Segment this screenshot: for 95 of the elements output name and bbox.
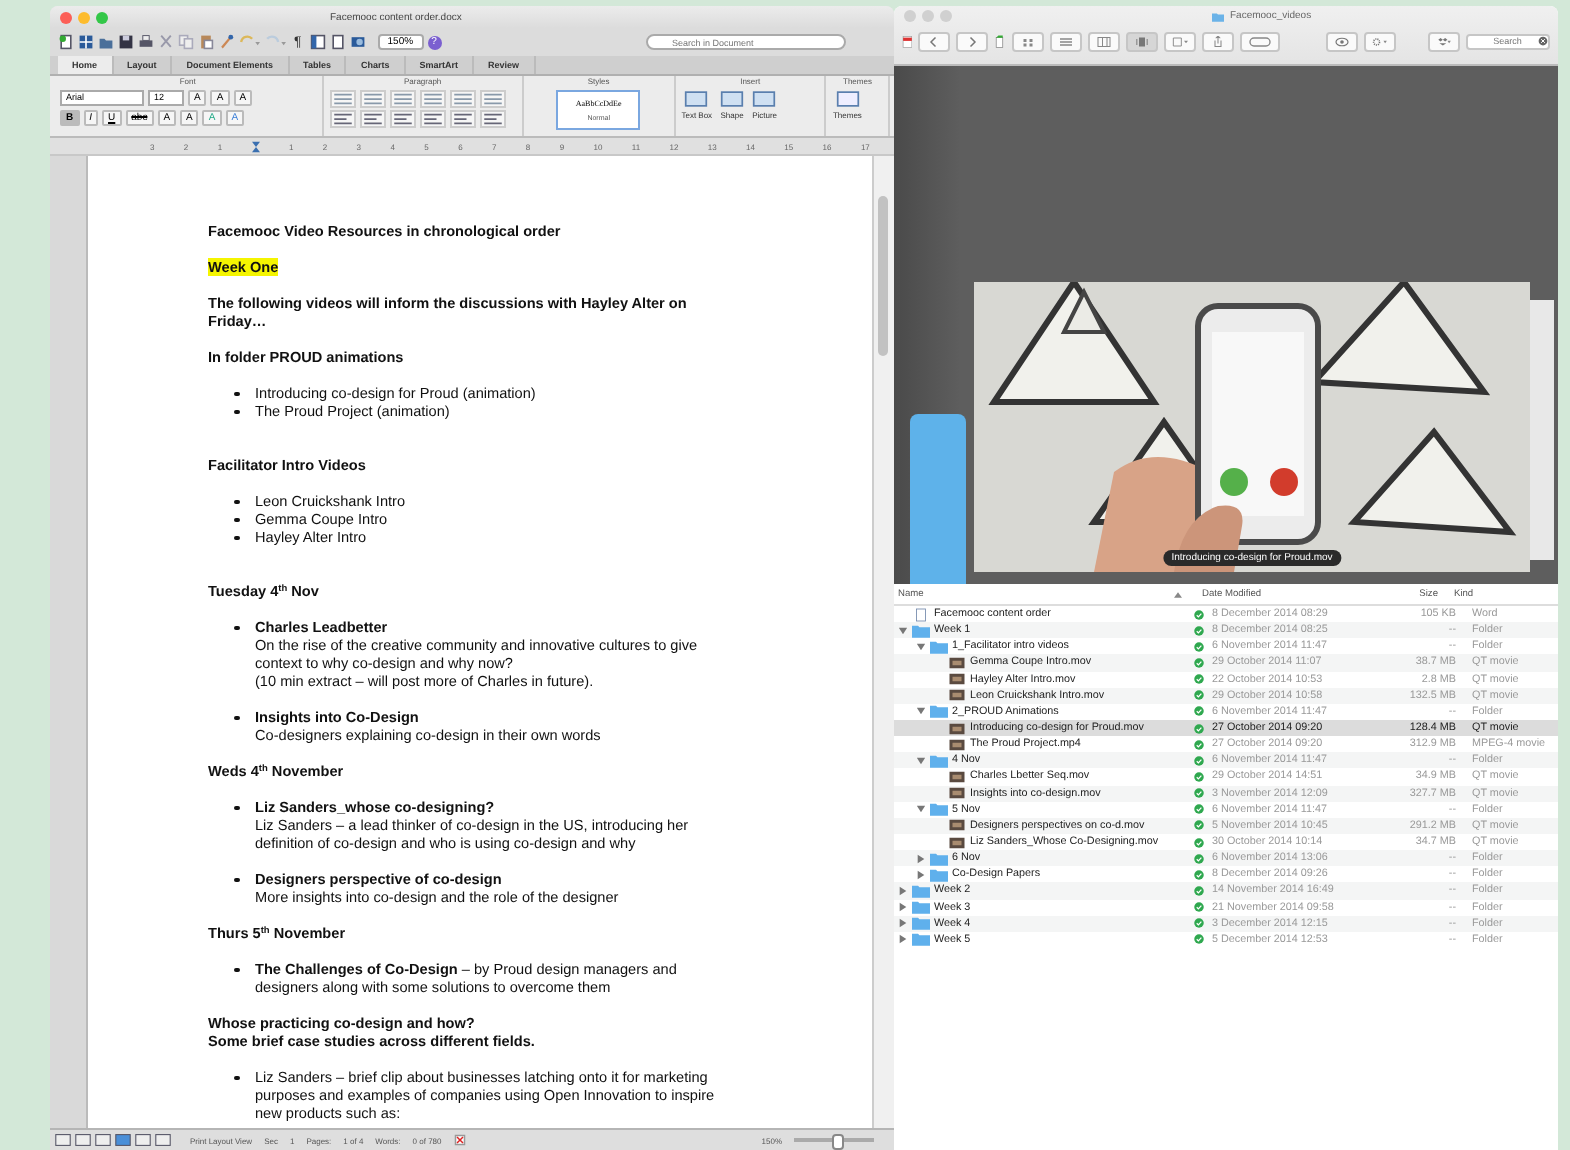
- forward-button[interactable]: [956, 31, 989, 51]
- new-document-icon[interactable]: [58, 34, 74, 50]
- clear-icon[interactable]: [1537, 36, 1547, 46]
- sync-check-icon: [1194, 771, 1204, 782]
- print-icon[interactable]: [138, 34, 154, 50]
- back-button[interactable]: [918, 31, 951, 51]
- document-icon[interactable]: [994, 31, 1006, 51]
- list-icon[interactable]: [329, 89, 356, 107]
- share-icon: [1209, 35, 1226, 47]
- spelling-icon[interactable]: [453, 1134, 466, 1146]
- cover-flow-button[interactable]: [1125, 31, 1158, 51]
- document-icon: [912, 607, 930, 622]
- align-icon[interactable]: [479, 109, 506, 127]
- align-icon[interactable]: [329, 109, 356, 127]
- sidebar-icon[interactable]: [309, 34, 326, 50]
- bullet-icon: [234, 391, 239, 396]
- bullet-icon: [234, 877, 239, 882]
- sync-check-icon: [1194, 674, 1204, 685]
- bullet-icon: [234, 499, 239, 504]
- disclosure-icon[interactable]: [898, 885, 908, 896]
- sync-check-icon: [1194, 934, 1204, 945]
- align-icon[interactable]: [359, 109, 386, 127]
- column-view-button[interactable]: [1087, 31, 1120, 51]
- box-icon: [1435, 35, 1452, 47]
- bullet-icon: [234, 517, 239, 522]
- brush-icon[interactable]: [218, 34, 234, 50]
- sync-check-icon: [1194, 641, 1204, 652]
- arrange-button[interactable]: [1163, 31, 1196, 51]
- list-icon[interactable]: [359, 89, 386, 107]
- disclosure-icon[interactable]: [898, 625, 908, 636]
- pdf-icon[interactable]: [902, 31, 913, 51]
- page-icon[interactable]: [329, 34, 346, 50]
- paste-icon[interactable]: [198, 34, 214, 50]
- tag-button[interactable]: [1239, 31, 1280, 51]
- align-icon[interactable]: [449, 109, 476, 127]
- disclosure-icon[interactable]: [898, 934, 908, 945]
- disclosure-icon[interactable]: [898, 918, 908, 929]
- list-icon: [1057, 35, 1074, 47]
- close-button[interactable]: [60, 11, 72, 23]
- disclosure-icon[interactable]: [916, 641, 926, 652]
- disclosure-icon[interactable]: [916, 853, 926, 864]
- align-icon[interactable]: [389, 109, 416, 127]
- sync-check-icon: [1194, 723, 1204, 734]
- sort-icon[interactable]: [1174, 591, 1182, 597]
- sync-check-icon: [1194, 885, 1204, 896]
- sync-check-icon: [1194, 869, 1204, 880]
- sync-check-icon: [1194, 739, 1204, 750]
- sync-check-icon: [1194, 706, 1204, 717]
- media-icon[interactable]: [349, 34, 366, 50]
- grid-icon: [1019, 35, 1036, 47]
- save-icon[interactable]: [118, 34, 134, 50]
- sync-check-icon: [1194, 788, 1204, 799]
- quick-look-button[interactable]: [1326, 31, 1359, 51]
- sync-check-icon: [1194, 657, 1204, 668]
- sync-check-icon: [1194, 853, 1204, 864]
- grid-icon[interactable]: [78, 34, 94, 50]
- list-view-button[interactable]: [1049, 31, 1082, 51]
- bullet-icon: [234, 715, 239, 720]
- gear-icon: [1372, 35, 1389, 47]
- arrange-icon: [1171, 35, 1188, 47]
- scrollbar[interactable]: [872, 156, 894, 1128]
- sync-check-icon: [1194, 902, 1204, 913]
- bullet-icon: [234, 805, 239, 810]
- list-icon[interactable]: [449, 89, 476, 107]
- bullet-icon: [234, 1075, 239, 1080]
- eye-icon: [1334, 35, 1351, 47]
- disclosure-icon[interactable]: [916, 755, 926, 766]
- disclosure-icon[interactable]: [916, 804, 926, 815]
- bullet-icon: [234, 967, 239, 972]
- cover-flow-icon: [1133, 35, 1150, 47]
- icon-view-button[interactable]: [1011, 31, 1044, 51]
- list-icon[interactable]: [479, 89, 506, 107]
- forward-icon: [964, 35, 981, 47]
- dropbox-button[interactable]: [1427, 31, 1460, 51]
- sync-check-icon: [1194, 690, 1204, 701]
- disclosure-icon[interactable]: [916, 706, 926, 717]
- sync-check-icon: [1194, 625, 1204, 636]
- tag-icon: [1247, 35, 1272, 47]
- bullet-icon: [234, 535, 239, 540]
- bullet-icon: [234, 625, 239, 630]
- indent-marker-icon[interactable]: [251, 139, 260, 153]
- columns-icon: [1095, 35, 1112, 47]
- sync-check-icon: [1194, 755, 1204, 766]
- sync-check-icon: [1194, 609, 1204, 620]
- list-icon[interactable]: [389, 89, 416, 107]
- sync-check-icon: [1194, 918, 1204, 929]
- disclosure-icon[interactable]: [898, 902, 908, 913]
- action-button[interactable]: [1364, 31, 1397, 51]
- align-icon[interactable]: [419, 109, 446, 127]
- sync-check-icon: [1194, 837, 1204, 848]
- sync-check-icon: [1194, 804, 1204, 815]
- disclosure-icon[interactable]: [916, 869, 926, 880]
- list-icon[interactable]: [419, 89, 446, 107]
- sync-check-icon: [1194, 820, 1204, 831]
- bullet-icon: [234, 409, 239, 414]
